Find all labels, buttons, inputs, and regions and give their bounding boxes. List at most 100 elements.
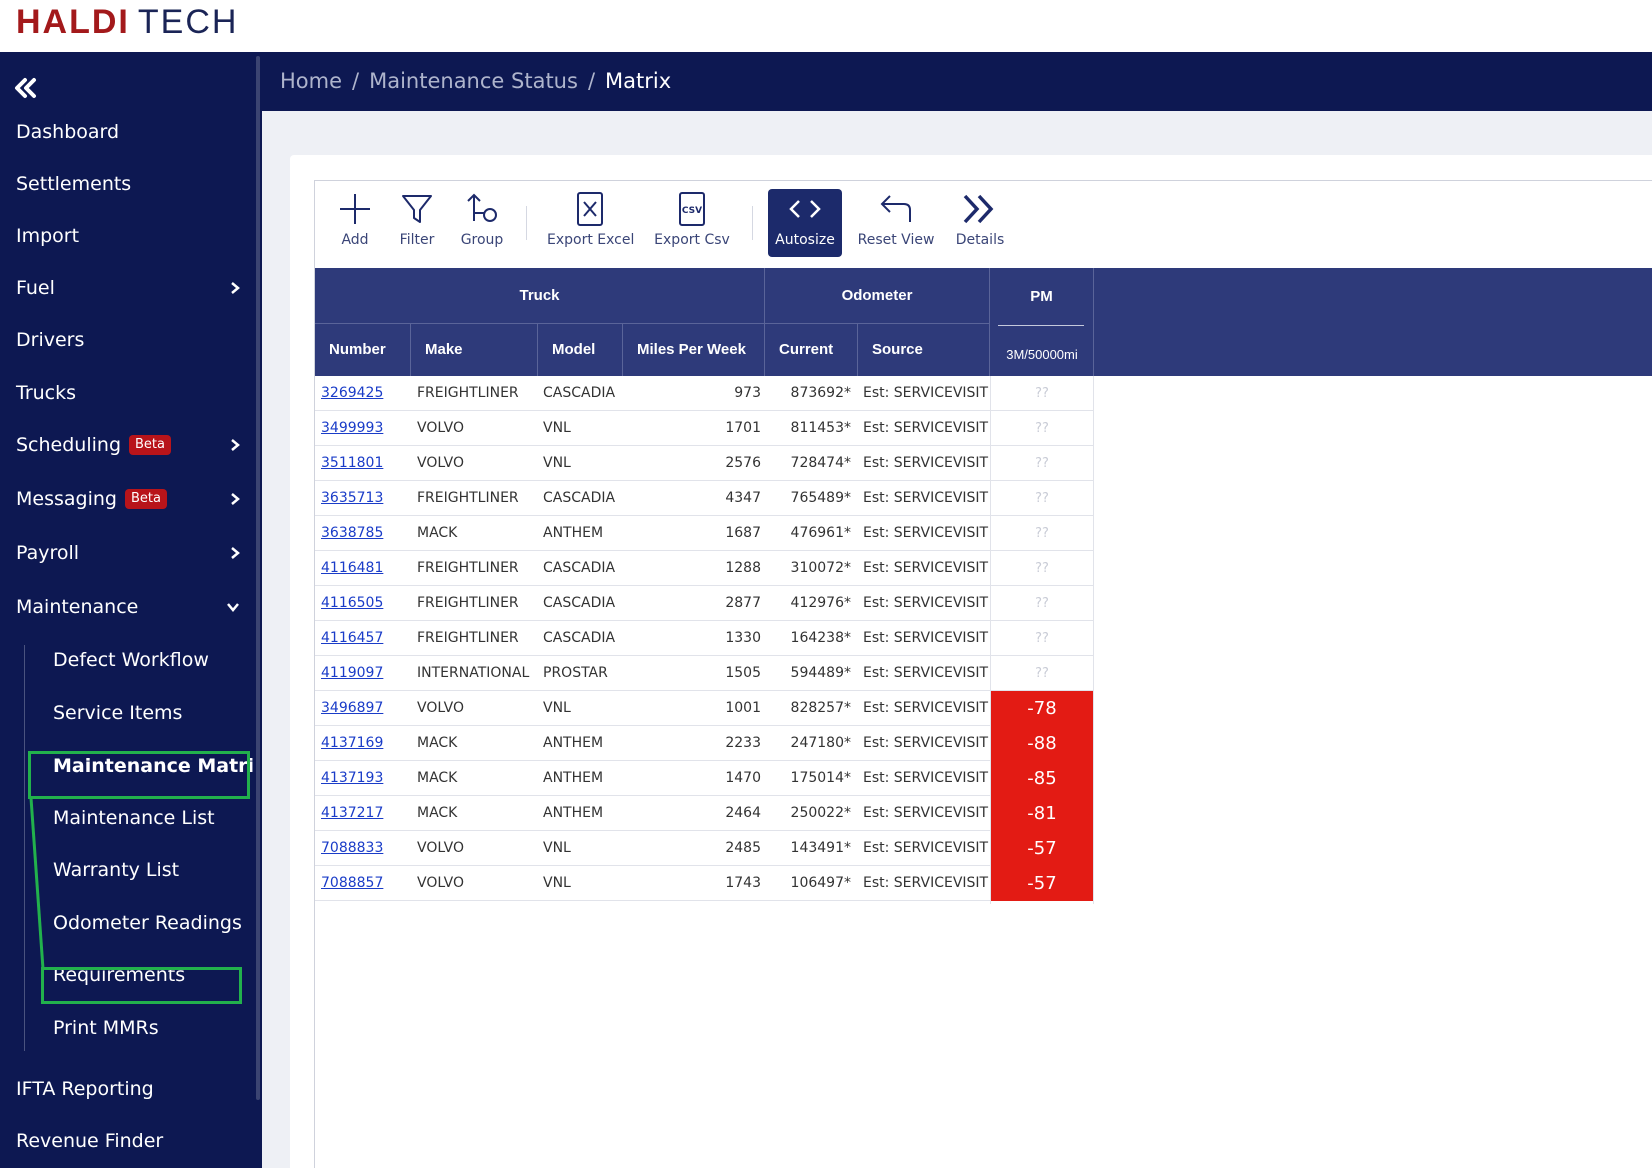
- svg-text:CSV: CSV: [682, 206, 702, 216]
- cell-current-odometer: 412976*: [790, 595, 851, 611]
- truck-number-link[interactable]: 4137217: [321, 796, 411, 831]
- column-header-make[interactable]: Make: [411, 324, 538, 376]
- cell-model: ANTHEM: [543, 525, 604, 541]
- truck-number-link[interactable]: 4119097: [321, 656, 411, 691]
- details-button[interactable]: Details: [950, 189, 1010, 257]
- cell-model: VNL: [543, 700, 571, 716]
- breadcrumb-home[interactable]: Home: [280, 69, 342, 93]
- truck-number-link[interactable]: 7088833: [321, 831, 411, 866]
- cell-pm-status[interactable]: ??: [990, 551, 1094, 586]
- table-row[interactable]: 4116481 FREIGHTLINER CASCADIA 1288 310072* Es…: [315, 551, 1094, 586]
- cell-make: MACK: [417, 525, 458, 541]
- table-row[interactable]: 4119097 INTERNATIONAL PROSTAR 1505 594489* Es…: [315, 656, 1094, 691]
- table-row[interactable]: 7088857 VOLVO VNL 1743 106497* Est: SERVICEVI…: [315, 866, 1094, 901]
- truck-number-link[interactable]: 3269425: [321, 376, 411, 411]
- cell-pm-status[interactable]: ??: [990, 446, 1094, 481]
- cell-make: VOLVO: [417, 700, 464, 716]
- cell-odometer-source: Est: SERVICEVISIT: [863, 595, 989, 611]
- truck-number-link[interactable]: 3499993: [321, 411, 411, 446]
- truck-number-link[interactable]: 4137169: [321, 726, 411, 761]
- cell-odometer-source: Est: SERVICEVISIT: [863, 770, 989, 786]
- group-button[interactable]: Group: [452, 189, 512, 257]
- table-row[interactable]: 3269425 FREIGHTLINER CASCADIA 973 873692* Est…: [315, 376, 1094, 411]
- cell-current-odometer: 728474*: [790, 455, 851, 471]
- plus-icon: [330, 189, 380, 229]
- cell-model: CASCADIA: [543, 595, 616, 611]
- column-header-model[interactable]: Model: [538, 324, 623, 376]
- cell-model: ANTHEM: [543, 735, 604, 751]
- truck-number-link[interactable]: 4116457: [321, 621, 411, 656]
- cell-miles-per-week: 1687: [725, 525, 761, 541]
- cell-pm-status[interactable]: ??: [990, 516, 1094, 551]
- cell-current-odometer: 310072*: [790, 560, 851, 576]
- cell-pm-status[interactable]: ??: [990, 376, 1094, 411]
- cell-pm-status[interactable]: ??: [990, 481, 1094, 516]
- export-excel-button[interactable]: Export Excel: [547, 189, 634, 257]
- truck-number-link[interactable]: 3635713: [321, 481, 411, 516]
- table-row[interactable]: 3499993 VOLVO VNL 1701 811453* Est: SERVICEVI…: [315, 411, 1094, 446]
- cell-model: CASCADIA: [543, 490, 616, 506]
- cell-pm-status[interactable]: -81: [990, 796, 1094, 831]
- table-row[interactable]: 3635713 FREIGHTLINER CASCADIA 4347 765489* Es…: [315, 481, 1094, 516]
- cell-make: VOLVO: [417, 875, 464, 891]
- cell-current-odometer: 164238*: [790, 630, 851, 646]
- filter-button[interactable]: Filter: [392, 189, 442, 257]
- cell-pm-status[interactable]: -78: [990, 691, 1094, 726]
- table-row[interactable]: 4116505 FREIGHTLINER CASCADIA 2877 412976* Es…: [315, 586, 1094, 621]
- column-header-number[interactable]: Number: [315, 324, 411, 376]
- truck-number-link[interactable]: 7088857: [321, 866, 411, 901]
- truck-number-link[interactable]: 4116505: [321, 586, 411, 621]
- cell-pm-status[interactable]: -85: [990, 761, 1094, 796]
- reset-view-button[interactable]: Reset View: [856, 189, 936, 257]
- cell-current-odometer: 247180*: [790, 735, 851, 751]
- cell-make: MACK: [417, 735, 458, 751]
- cell-current-odometer: 811453*: [790, 420, 851, 436]
- truck-number-link[interactable]: 4137193: [321, 761, 411, 796]
- cell-pm-status[interactable]: ??: [990, 411, 1094, 446]
- cell-make: MACK: [417, 805, 458, 821]
- cell-odometer-source: Est: SERVICEVISIT: [863, 455, 989, 471]
- breadcrumb-maintenance-status[interactable]: Maintenance Status: [369, 69, 578, 93]
- autosize-button[interactable]: Autosize: [768, 189, 842, 257]
- cell-pm-status[interactable]: -57: [990, 831, 1094, 866]
- export-csv-button[interactable]: CSV Export Csv: [652, 189, 732, 257]
- code-brackets-icon: [768, 189, 842, 229]
- cell-miles-per-week: 2464: [725, 805, 761, 821]
- cell-odometer-source: Est: SERVICEVISIT: [863, 665, 989, 681]
- table-row[interactable]: 3511801 VOLVO VNL 2576 728474* Est: SERVICEVI…: [315, 446, 1094, 481]
- add-button[interactable]: Add: [330, 189, 380, 257]
- table-row[interactable]: 4137169 MACK ANTHEM 2233 247180* Est: SERVICE…: [315, 726, 1094, 761]
- column-header-current[interactable]: Current: [765, 324, 858, 376]
- filter-icon: [392, 189, 442, 229]
- toolbar-separator: [526, 206, 527, 240]
- cell-miles-per-week: 2233: [725, 735, 761, 751]
- cell-pm-status[interactable]: ??: [990, 586, 1094, 621]
- table-row[interactable]: 7088833 VOLVO VNL 2485 143491* Est: SERVICEVI…: [315, 831, 1094, 866]
- cell-odometer-source: Est: SERVICEVISIT: [863, 490, 989, 506]
- cell-odometer-source: Est: SERVICEVISIT: [863, 630, 989, 646]
- cell-model: PROSTAR: [543, 665, 608, 681]
- column-header-miles-per-week[interactable]: Miles Per Week: [623, 324, 765, 376]
- cell-model: CASCADIA: [543, 385, 616, 401]
- cell-make: VOLVO: [417, 840, 464, 856]
- truck-number-link[interactable]: 3511801: [321, 446, 411, 481]
- table-row[interactable]: 4137193 MACK ANTHEM 1470 175014* Est: SERVICE…: [315, 761, 1094, 796]
- table-row[interactable]: 3638785 MACK ANTHEM 1687 476961* Est: SERVICE…: [315, 516, 1094, 551]
- truck-number-link[interactable]: 3496897: [321, 691, 411, 726]
- cell-pm-status[interactable]: -88: [990, 726, 1094, 761]
- column-header-source[interactable]: Source: [858, 324, 990, 376]
- cell-current-odometer: 476961*: [790, 525, 851, 541]
- truck-number-link[interactable]: 3638785: [321, 516, 411, 551]
- pm-column-border: [990, 376, 991, 904]
- cell-pm-status[interactable]: -57: [990, 866, 1094, 901]
- cell-pm-status[interactable]: ??: [990, 621, 1094, 656]
- cell-model: VNL: [543, 840, 571, 856]
- excel-file-icon: [547, 189, 633, 229]
- table-row[interactable]: 3496897 VOLVO VNL 1001 828257* Est: SERVICEVI…: [315, 691, 1094, 726]
- table-row[interactable]: 4116457 FREIGHTLINER CASCADIA 1330 164238* Es…: [315, 621, 1094, 656]
- column-header-pm-interval[interactable]: 3M/50000mi: [990, 340, 1094, 370]
- cell-make: MACK: [417, 770, 458, 786]
- table-row[interactable]: 4137217 MACK ANTHEM 2464 250022* Est: SERVICE…: [315, 796, 1094, 831]
- truck-number-link[interactable]: 4116481: [321, 551, 411, 586]
- cell-pm-status[interactable]: ??: [990, 656, 1094, 691]
